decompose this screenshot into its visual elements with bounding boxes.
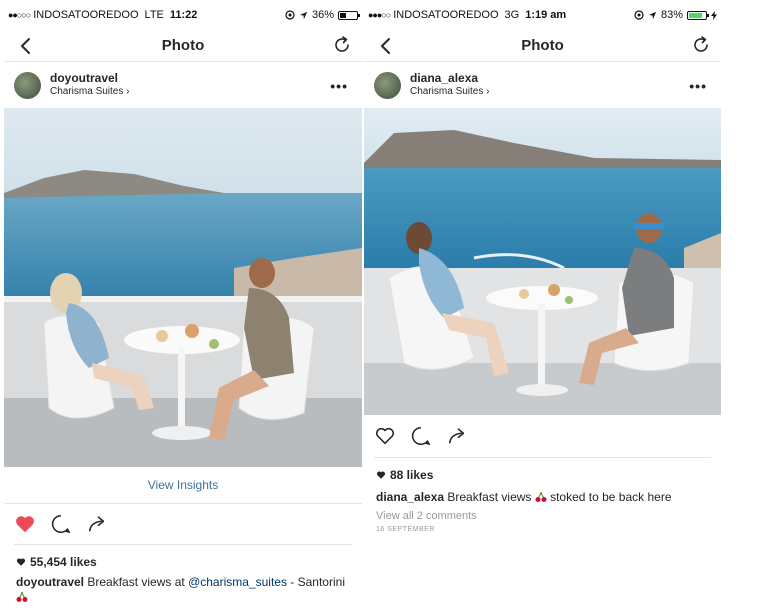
caption-username[interactable]: doyoutravel <box>16 575 84 589</box>
share-icon[interactable] <box>446 425 468 447</box>
location-arrow-icon <box>648 11 657 19</box>
action-bar <box>364 415 721 457</box>
chevron-left-icon[interactable] <box>16 36 36 56</box>
view-comments-link[interactable]: View all 2 comments <box>364 510 721 522</box>
caption-username[interactable]: diana_alexa <box>376 490 444 504</box>
battery-percent: 83% <box>660 9 683 21</box>
network-type: 3G <box>504 9 520 21</box>
cherry-emoji-icon <box>535 491 547 502</box>
battery-percent: 36% <box>311 9 334 21</box>
post-username[interactable]: doyoutravel <box>50 71 129 85</box>
post-photo[interactable] <box>364 108 721 415</box>
caption-text: Breakfast views <box>444 490 535 504</box>
status-time: 1:19 am <box>525 9 567 21</box>
avatar[interactable] <box>14 71 41 99</box>
cherry-emoji-icon <box>16 591 28 602</box>
network-type: LTE <box>144 9 164 21</box>
heart-icon[interactable] <box>374 425 396 447</box>
heart-small-icon <box>376 471 386 479</box>
action-bar <box>4 504 362 544</box>
share-icon[interactable] <box>86 513 108 535</box>
likes-text: 55,454 likes <box>30 555 97 569</box>
nav-bar: Photo <box>4 30 362 62</box>
breakfast-photo <box>364 108 721 415</box>
status-bar: ●●○○○ INDOSATOOREDOO LTE 11:22 36% <box>4 0 362 30</box>
post-caption: diana_alexa Breakfast views stoked to be… <box>364 490 721 505</box>
alarm-icon <box>285 10 295 20</box>
caption-tail: - Santorini <box>286 575 345 589</box>
battery-icon <box>687 10 709 20</box>
post-date: 16 SEPTEMBER <box>376 526 435 533</box>
post-header: diana_alexa Charisma Suites › ••• <box>364 62 721 108</box>
chevron-left-icon[interactable] <box>376 36 396 56</box>
post-header: doyoutravel Charisma Suites › ••• <box>4 62 362 108</box>
post-location[interactable]: Charisma Suites › <box>50 85 129 99</box>
left-screenshot: ●●○○○ INDOSATOOREDOO LTE 11:22 36% Photo… <box>4 0 362 612</box>
alarm-icon <box>634 10 644 20</box>
comment-icon[interactable] <box>50 513 72 535</box>
carrier-name: INDOSATOOREDOO <box>393 9 499 21</box>
status-bar: ●●●○○ INDOSATOOREDOO 3G 1:19 am 83% <box>364 0 721 30</box>
post-location[interactable]: Charisma Suites › <box>410 85 489 99</box>
carrier-name: INDOSATOOREDOO <box>33 9 139 21</box>
location-arrow-icon <box>299 11 308 19</box>
view-insights-link[interactable]: View Insights <box>4 467 362 504</box>
heart-small-icon <box>16 558 26 566</box>
likes-count[interactable]: 88 likes <box>364 468 721 482</box>
page-title: Photo <box>161 37 205 54</box>
right-screenshot: ●●●○○ INDOSATOOREDOO 3G 1:19 am 83% Phot… <box>364 0 721 612</box>
likes-text: 88 likes <box>390 468 434 482</box>
signal-dots: ●●●○○ <box>368 10 391 20</box>
avatar[interactable] <box>374 71 401 99</box>
caption-tail: stoked to be back here <box>546 490 672 504</box>
page-title: Photo <box>521 37 564 54</box>
breakfast-photo <box>4 108 362 467</box>
nav-bar: Photo <box>364 30 721 62</box>
post-username[interactable]: diana_alexa <box>410 71 489 85</box>
comment-icon[interactable] <box>410 425 432 447</box>
likes-count[interactable]: 55,454 likes <box>4 555 362 569</box>
caption-text: Breakfast views at <box>84 575 189 589</box>
post-caption: doyoutravel Breakfast views at @charisma… <box>4 575 362 605</box>
status-time: 11:22 <box>169 9 198 21</box>
caption-mention[interactable]: @charisma_suites <box>188 575 287 589</box>
battery-icon <box>338 10 360 20</box>
charging-bolt-icon <box>711 10 717 20</box>
refresh-icon[interactable] <box>332 35 352 55</box>
more-options-button[interactable]: ••• <box>689 78 707 94</box>
refresh-icon[interactable] <box>691 35 711 55</box>
signal-dots: ●●○○○ <box>8 10 31 20</box>
more-options-button[interactable]: ••• <box>330 78 348 94</box>
heart-icon[interactable] <box>14 513 36 535</box>
post-photo[interactable] <box>4 108 362 467</box>
